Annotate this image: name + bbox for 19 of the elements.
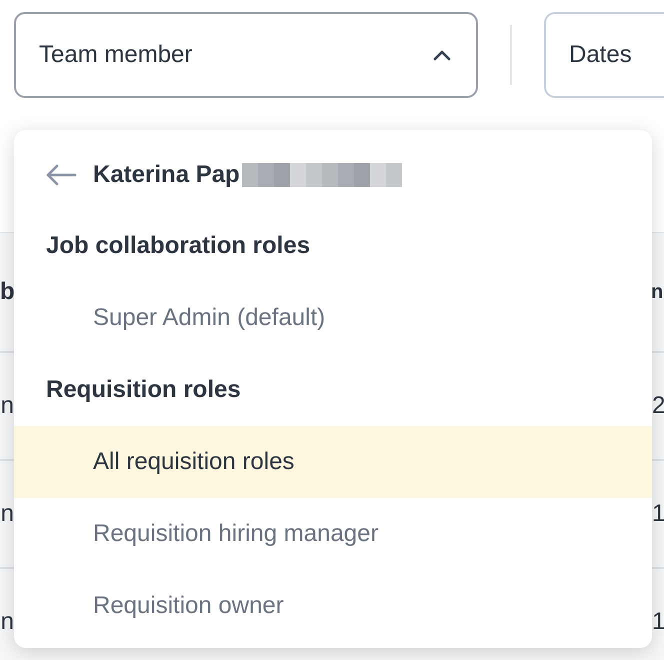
table-cell: 2	[652, 392, 664, 420]
dates-filter-button[interactable]: Dates	[544, 12, 664, 98]
chevron-icon	[432, 49, 452, 61]
person-name: Katerina Pap	[93, 161, 240, 189]
section-heading: Requisition roles	[45, 375, 242, 405]
section-heading: Job collaboration roles	[45, 231, 312, 261]
team-member-dropdown[interactable]: Team member	[14, 12, 478, 98]
table-cell: 1	[652, 500, 664, 528]
menu-item[interactable]: Requisition hiring manager	[14, 498, 652, 570]
table-cell: 1	[652, 608, 664, 636]
back-arrow-icon[interactable]	[44, 163, 78, 187]
table-cell: n	[0, 608, 14, 636]
menu-item[interactable]: All requisition roles	[14, 426, 652, 498]
column-header: n	[651, 280, 664, 304]
column-header: b	[0, 278, 14, 306]
menu-item[interactable]: Super Admin (default)	[14, 282, 652, 354]
menu-item[interactable]: Requisition owner	[14, 570, 652, 642]
table-cell: n	[0, 392, 14, 420]
table-cell: n	[0, 500, 14, 528]
